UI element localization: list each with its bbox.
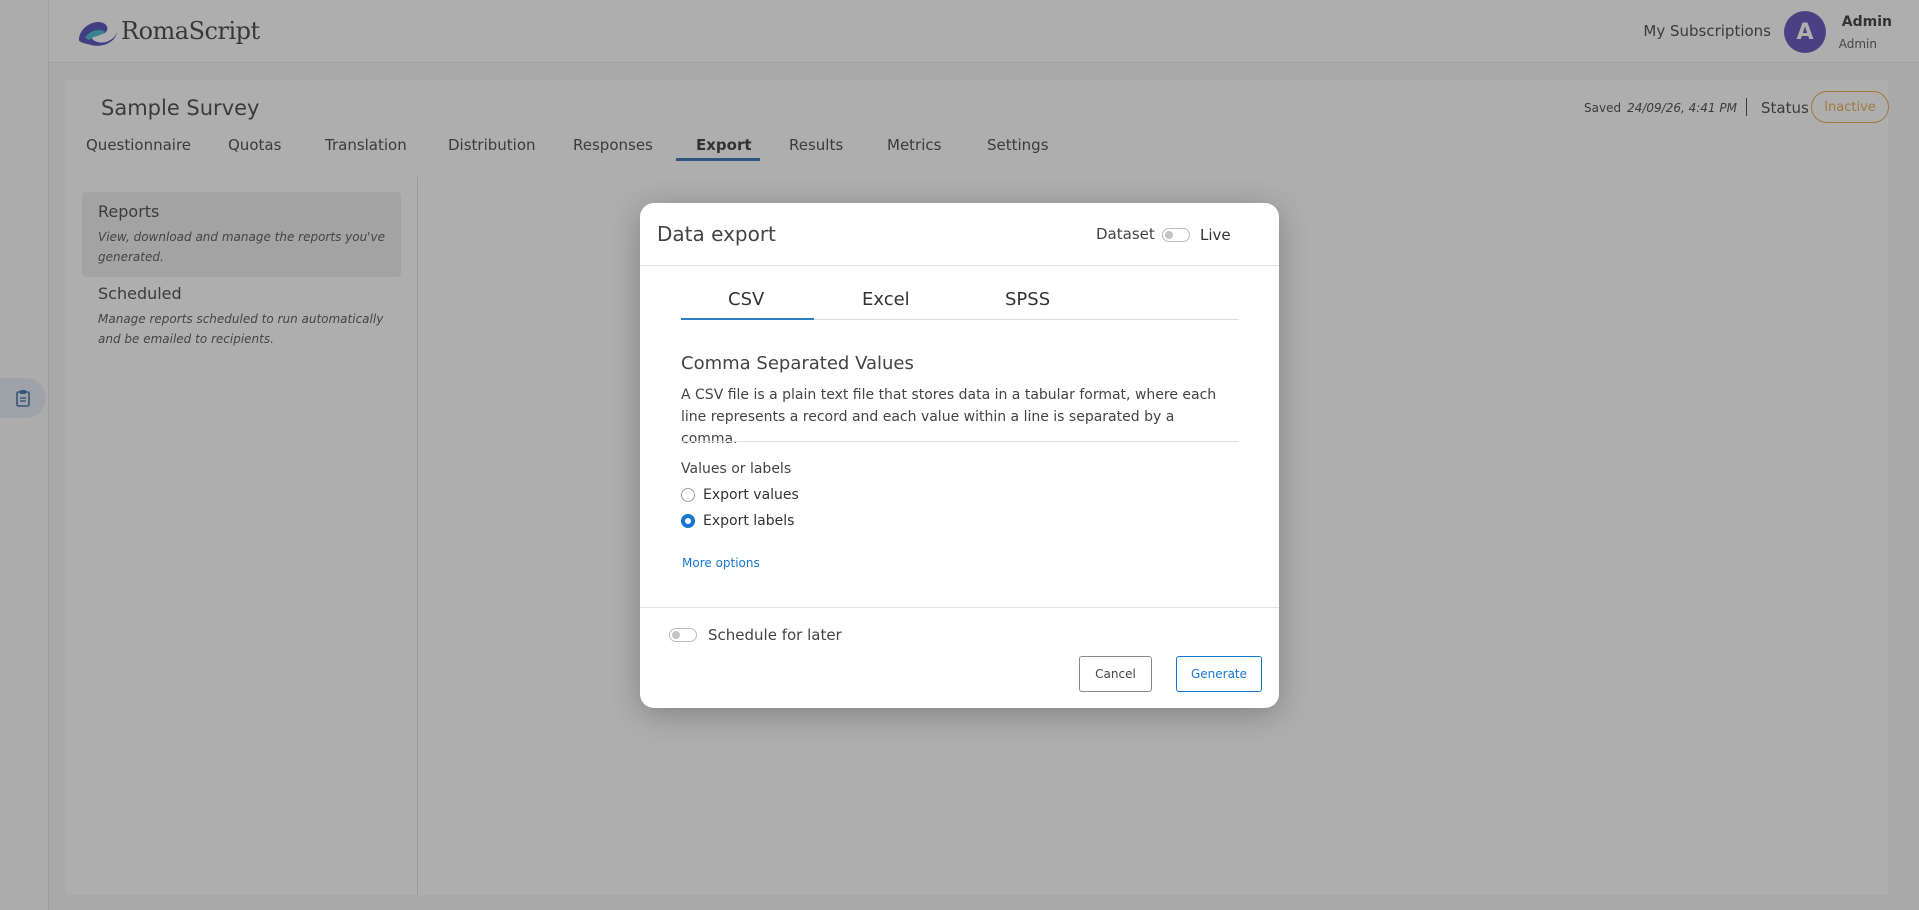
format-title: Comma Separated Values: [681, 353, 914, 374]
dataset-live-toggle[interactable]: [1162, 228, 1190, 242]
schedule-later-toggle[interactable]: [669, 628, 697, 642]
dialog-title: Data export: [657, 222, 776, 246]
format-tab-csv[interactable]: CSV: [728, 289, 764, 310]
dialog-header-divider: [640, 265, 1279, 266]
dialog-footer-divider: [640, 607, 1279, 608]
format-tab-excel[interactable]: Excel: [862, 289, 910, 310]
active-format-indicator: [681, 318, 814, 320]
radio-export-labels[interactable]: [681, 514, 695, 528]
live-label: Live: [1200, 226, 1231, 244]
radio-label: Export labels: [703, 513, 795, 529]
cancel-button[interactable]: Cancel: [1079, 656, 1152, 692]
generate-button[interactable]: Generate: [1176, 656, 1262, 692]
more-options-link[interactable]: More options: [682, 556, 760, 570]
format-divider: [681, 441, 1239, 442]
radio-export-values[interactable]: [681, 488, 695, 502]
export-values-option[interactable]: Export values: [681, 487, 799, 503]
schedule-later-label: Schedule for later: [708, 626, 842, 644]
values-or-labels-heading: Values or labels: [681, 461, 792, 477]
dataset-label: Dataset: [1096, 225, 1155, 243]
export-labels-option[interactable]: Export labels: [681, 513, 794, 529]
data-export-dialog: Data export Dataset Live CSV Excel SPSS …: [640, 203, 1279, 708]
radio-label: Export values: [703, 487, 799, 503]
format-tab-spss[interactable]: SPSS: [1005, 289, 1050, 310]
